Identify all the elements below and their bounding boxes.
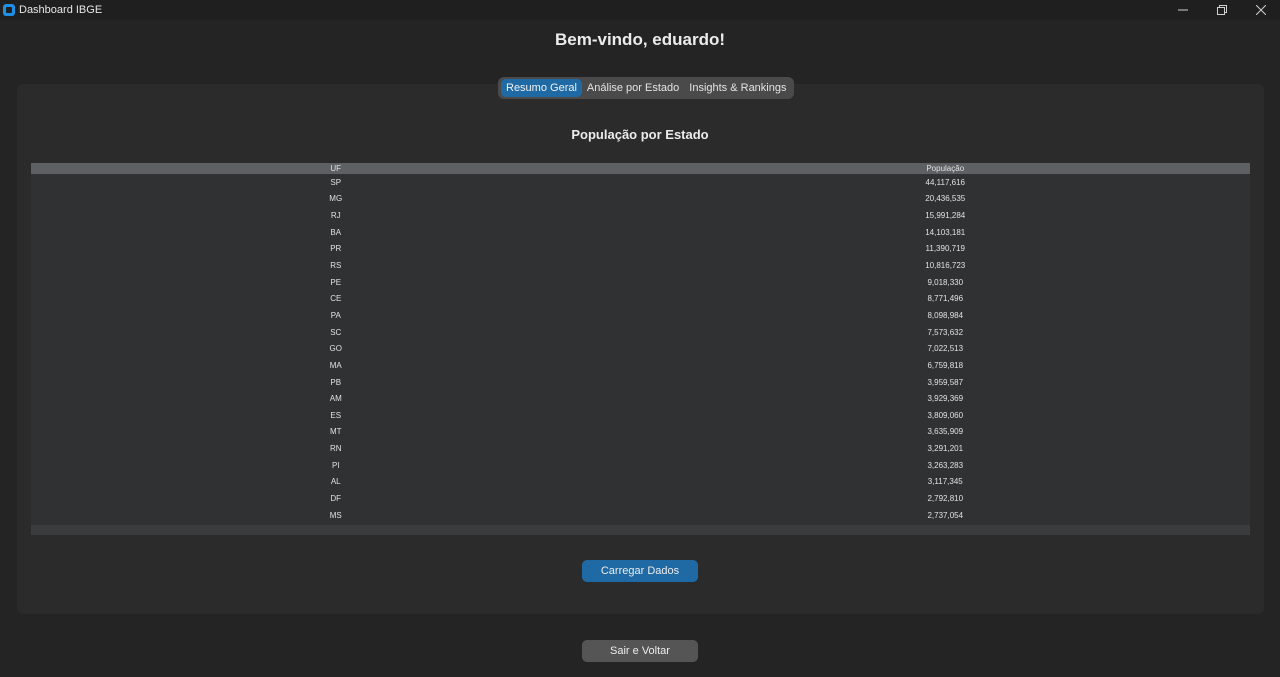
table-row[interactable]: MG 20,436,535 <box>31 191 1250 208</box>
cell-uf: SC <box>330 327 342 337</box>
population-table: UF População SP 44,117,616 MG 20,436,535 RJ 1… <box>31 163 1250 535</box>
cell-uf: DF <box>330 493 342 503</box>
window-controls <box>1163 0 1280 20</box>
close-icon[interactable] <box>1241 0 1280 20</box>
table-row[interactable]: AM 3,929,369 <box>31 390 1250 407</box>
cell-populacao: 2,792,810 <box>927 493 964 503</box>
table-row[interactable]: MA 6,759,818 <box>31 357 1250 374</box>
table-row[interactable]: SC 7,573,632 <box>31 324 1250 341</box>
cell-uf: RS <box>330 261 342 271</box>
table-row[interactable]: MS 2,737,054 <box>31 507 1250 524</box>
cell-uf: CE <box>330 294 342 304</box>
window-title: Dashboard IBGE <box>19 4 103 16</box>
cell-populacao: 11,390,719 <box>925 244 965 254</box>
cell-populacao: 2,737,054 <box>927 510 964 520</box>
cell-populacao: 8,098,984 <box>927 310 964 320</box>
cell-uf: MG <box>329 194 343 204</box>
cell-populacao: 44,117,616 <box>925 177 965 187</box>
cell-populacao: 10,816,723 <box>925 261 966 271</box>
load-data-button[interactable]: Carregar Dados <box>582 560 698 582</box>
column-header-uf[interactable]: UF <box>31 163 641 174</box>
cell-uf: PR <box>330 244 342 254</box>
cell-uf: ES <box>330 410 342 420</box>
welcome-heading: Bem-vindo, eduardo! <box>554 30 725 49</box>
table-row[interactable]: MT 3,635,909 <box>31 424 1250 441</box>
title-bar: Dashboard IBGE <box>0 0 1280 20</box>
cell-populacao: 3,263,283 <box>927 460 964 470</box>
exit-button[interactable]: Sair e Voltar <box>582 640 698 662</box>
cell-populacao: 9,018,330 <box>927 277 964 287</box>
table-row[interactable]: BA 14,103,181 <box>31 224 1250 241</box>
cell-uf: RJ <box>330 211 341 221</box>
tab-resumo-geral[interactable]: Resumo Geral <box>501 79 582 97</box>
table-row[interactable]: PA 8,098,984 <box>31 307 1250 324</box>
table-row[interactable]: AL 3,117,345 <box>31 474 1250 491</box>
cell-populacao: 14,103,181 <box>925 227 966 237</box>
cell-uf: PE <box>330 277 342 287</box>
table-row[interactable]: PI 3,263,283 <box>31 457 1250 474</box>
section-title: População por Estado <box>571 127 709 142</box>
cell-uf: RN <box>329 444 342 454</box>
table-row[interactable]: RS 10,816,723 <box>31 257 1250 274</box>
table-header: UF População <box>31 163 1250 174</box>
table-body: SP 44,117,616 MG 20,436,535 RJ 15,991,284 BA 14… <box>31 174 1250 523</box>
tab-analise-por-estado[interactable]: Análise por Estado <box>582 79 684 97</box>
cell-populacao: 3,117,345 <box>927 477 963 487</box>
table-row[interactable]: GO 7,022,513 <box>31 340 1250 357</box>
cell-populacao: 3,809,060 <box>927 410 964 420</box>
column-header-populacao[interactable]: População <box>641 163 1251 174</box>
cell-populacao: 20,436,535 <box>925 194 966 204</box>
cell-uf: PB <box>330 377 342 387</box>
app-icon <box>3 4 15 16</box>
cell-uf: SP <box>330 177 342 187</box>
table-row[interactable]: DF 2,792,810 <box>31 490 1250 507</box>
cell-populacao: 3,291,201 <box>927 444 964 454</box>
table-row[interactable]: SP 44,117,616 <box>31 174 1250 191</box>
cell-uf: MS <box>329 510 342 520</box>
tab-insights-rankings[interactable]: Insights & Rankings <box>684 79 791 97</box>
cell-uf: AL <box>330 477 341 487</box>
minimize-icon[interactable] <box>1163 0 1202 20</box>
table-row[interactable]: ES 3,809,060 <box>31 407 1250 424</box>
cell-populacao: 3,635,909 <box>927 427 964 437</box>
cell-uf: AM <box>329 394 342 404</box>
table-row[interactable]: RJ 15,991,284 <box>31 207 1250 224</box>
cell-uf: MT <box>329 427 342 437</box>
table-row[interactable]: PB 3,959,587 <box>31 374 1250 391</box>
restore-icon[interactable] <box>1202 0 1241 20</box>
cell-uf: PA <box>330 310 341 320</box>
table-row[interactable]: CE 8,771,496 <box>31 290 1250 307</box>
cell-populacao: 8,771,496 <box>927 294 964 304</box>
cell-populacao: 3,959,587 <box>927 377 964 387</box>
cell-uf: MA <box>329 360 342 370</box>
cell-populacao: 7,022,513 <box>927 344 964 354</box>
table-row[interactable]: PR 11,390,719 <box>31 241 1250 258</box>
cell-populacao: 3,929,369 <box>927 394 964 404</box>
table-row[interactable]: PE 9,018,330 <box>31 274 1250 291</box>
table-row[interactable]: RN 3,291,201 <box>31 440 1250 457</box>
horizontal-scrollbar[interactable] <box>31 525 1250 535</box>
cell-uf: PI <box>331 460 340 470</box>
cell-populacao: 6,759,818 <box>927 360 964 370</box>
cell-populacao: 15,991,284 <box>925 211 966 221</box>
cell-uf: GO <box>329 344 342 354</box>
cell-populacao: 7,573,632 <box>927 327 964 337</box>
tab-bar: Resumo Geral Análise por Estado Insights… <box>498 77 795 99</box>
cell-uf: BA <box>330 227 342 237</box>
